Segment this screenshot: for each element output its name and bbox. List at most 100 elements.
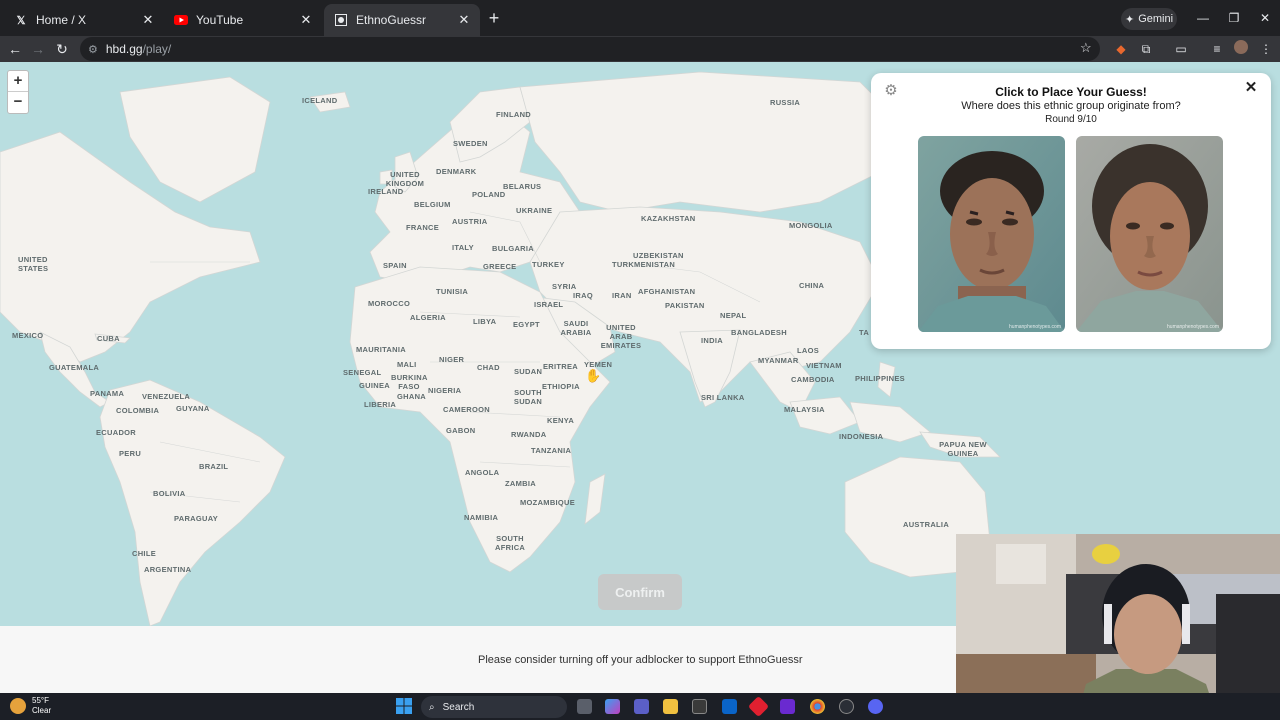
close-tab-icon[interactable]: ✕ — [140, 12, 156, 28]
tab-label: EthnoGuessr — [356, 13, 427, 27]
bookmark-star-icon[interactable]: ☆ — [1080, 40, 1092, 56]
outlook-icon[interactable] — [722, 699, 737, 714]
country-label: DENMARK — [436, 167, 477, 176]
guess-card: ⚙ ✕ Click to Place Your Guess! Where doe… — [871, 73, 1271, 349]
country-label: AUSTRIA — [452, 217, 488, 226]
url-host: hbd.gg — [105, 42, 143, 56]
weather-widget[interactable]: 55°F Clear — [10, 696, 51, 716]
chrome-icon[interactable] — [810, 699, 825, 714]
country-label: TUNISIA — [436, 287, 469, 296]
cast-icon[interactable]: ▭ — [1172, 40, 1190, 58]
country-label: SUDAN — [514, 367, 543, 376]
country-label: RWANDA — [511, 430, 547, 439]
back-icon[interactable]: ← — [5, 39, 25, 59]
close-tab-icon[interactable]: ✕ — [456, 12, 472, 28]
country-label: PHILIPPINES — [855, 374, 905, 383]
country-label: KENYA — [547, 416, 575, 425]
taskbar-search[interactable]: ⌕ Search — [421, 696, 567, 718]
country-label: EGYPT — [513, 320, 540, 329]
extensions-icon[interactable]: ⧉ — [1137, 40, 1155, 58]
teams-icon[interactable] — [634, 699, 649, 714]
site-info-icon[interactable]: ⚙ — [88, 43, 98, 56]
country-label: UKRAINE — [516, 206, 553, 215]
country-label: RUSSIA — [770, 98, 801, 107]
youtube-icon — [174, 13, 188, 27]
new-tab-button[interactable]: + — [484, 8, 504, 28]
app-diamond-icon[interactable] — [747, 695, 770, 718]
country-label: GREECE — [483, 262, 517, 271]
country-label: CUBA — [97, 334, 120, 343]
country-label: SAUDI ARABIA — [560, 319, 592, 337]
country-label: ITALY — [452, 243, 474, 252]
country-label: FINLAND — [496, 110, 532, 119]
restore-icon[interactable]: ❐ — [1225, 9, 1243, 27]
minimize-icon[interactable]: — — [1194, 9, 1212, 27]
country-label: CAMEROON — [443, 405, 490, 414]
card-title: Click to Place Your Guess! — [995, 85, 1147, 99]
country-label: COLOMBIA — [116, 406, 160, 415]
country-label: SRI LANKA — [701, 393, 745, 402]
windows-taskbar: 55°F Clear ⌕ Search — [0, 693, 1280, 720]
country-label: PARAGUAY — [174, 514, 219, 523]
watermark: humanphenotypes.com — [1009, 324, 1061, 330]
nzxt-icon[interactable] — [780, 699, 795, 714]
tab-label: Home / X — [36, 13, 87, 27]
country-label: CHILE — [132, 549, 156, 558]
country-label: BURKINA FASO — [391, 373, 428, 391]
reload-icon[interactable]: ↻ — [52, 39, 72, 59]
confirm-button[interactable]: Confirm — [598, 574, 682, 610]
country-label: IRELAND — [368, 187, 404, 196]
country-label: PAPUA NEW GUINEA — [939, 440, 987, 458]
country-label: BULGARIA — [492, 244, 534, 253]
tab-strip: 𝕏 Home / X ✕ YouTube ✕ EthnoGuessr ✕ + ✦… — [0, 0, 1280, 36]
country-label: SOUTH AFRICA — [495, 534, 526, 552]
country-label: FRANCE — [406, 223, 440, 232]
country-label: NEPAL — [720, 311, 747, 320]
search-icon: ⌕ — [429, 701, 435, 713]
country-label: MEXICO — [12, 331, 44, 340]
country-label: UNITED ARAB EMIRATES — [600, 323, 642, 350]
country-label: TA — [859, 328, 870, 337]
country-label: ALGERIA — [410, 313, 446, 322]
windows-start-icon[interactable] — [396, 698, 412, 714]
country-label: MAURITANIA — [356, 345, 406, 354]
country-label: TURKMENISTAN — [612, 260, 676, 269]
zoom-control: + − — [7, 70, 29, 114]
extension-fox-icon[interactable]: ◆ — [1112, 40, 1130, 58]
discord-icon[interactable] — [868, 699, 883, 714]
weather-condition: Clear — [32, 706, 52, 715]
country-label: MONGOLIA — [789, 221, 833, 230]
zoom-out-button[interactable]: − — [8, 92, 28, 113]
profile-avatar[interactable] — [1232, 40, 1250, 58]
search-label: Search — [442, 701, 475, 713]
country-label: ECUADOR — [96, 428, 137, 437]
male-phenotype-image: humanphenotypes.com — [918, 136, 1065, 332]
app-circle-icon[interactable] — [839, 699, 854, 714]
menu-kebab-icon[interactable]: ⋮ — [1257, 40, 1275, 58]
address-bar[interactable]: ⚙ hbd.gg /play/ — [80, 37, 1100, 61]
gemini-label: Gemini — [1138, 13, 1174, 25]
gemini-button[interactable]: ✦ Gemini — [1121, 8, 1177, 30]
country-label: UNITED STATES — [18, 255, 49, 273]
media-control-icon[interactable]: ≡ — [1208, 40, 1226, 58]
tab-x[interactable]: 𝕏 Home / X ✕ — [4, 4, 164, 36]
country-label: INDIA — [701, 336, 723, 345]
file-explorer-icon[interactable] — [663, 699, 678, 714]
country-label: BELARUS — [503, 182, 542, 191]
close-window-icon[interactable]: ✕ — [1256, 9, 1274, 27]
country-label: SENEGAL — [343, 368, 382, 377]
forward-icon[interactable]: → — [28, 39, 48, 59]
country-label: MOROCCO — [368, 299, 411, 308]
store-icon[interactable] — [692, 699, 707, 714]
country-label: SOUTH SUDAN — [513, 388, 543, 406]
country-label: SWEDEN — [453, 139, 488, 148]
country-label: ETHIOPIA — [542, 382, 580, 391]
task-view-icon[interactable] — [577, 699, 592, 714]
hand-cursor-icon: ✋ — [585, 368, 602, 383]
tab-youtube[interactable]: YouTube ✕ — [164, 4, 322, 36]
close-tab-icon[interactable]: ✕ — [298, 12, 314, 28]
country-label: LIBERIA — [364, 400, 397, 409]
zoom-in-button[interactable]: + — [8, 71, 28, 92]
copilot-icon[interactable] — [605, 699, 620, 714]
tab-ethnoguessr[interactable]: EthnoGuessr ✕ — [324, 4, 480, 36]
